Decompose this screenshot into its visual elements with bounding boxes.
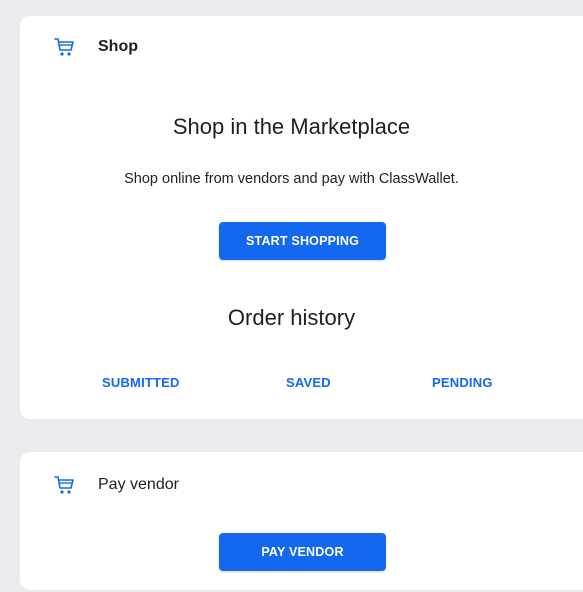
order-history-heading: Order history	[227, 305, 356, 330]
order-history-tabs: SUBMITTED SAVED PENDING	[20, 375, 563, 395]
pay-vendor-button[interactable]: PAY VENDOR	[219, 533, 386, 571]
cart-icon	[53, 36, 75, 58]
tab-submitted[interactable]: SUBMITTED	[102, 375, 180, 390]
shop-card-title: Shop	[98, 38, 138, 55]
start-shopping-button[interactable]: START SHOPPING	[219, 222, 386, 260]
tab-pending[interactable]: PENDING	[432, 375, 493, 390]
pay-vendor-card: Pay vendor PAY VENDOR	[20, 452, 583, 590]
shop-card: Shop Shop in the Marketplace Shop online…	[20, 16, 583, 419]
tab-saved[interactable]: SAVED	[286, 375, 331, 390]
marketplace-heading: Shop in the Marketplace	[172, 114, 411, 139]
marketplace-description: Shop online from vendors and pay with Cl…	[124, 171, 459, 187]
pay-vendor-card-header: Pay vendor	[53, 474, 179, 496]
cart-icon	[53, 474, 75, 496]
pay-vendor-card-title: Pay vendor	[98, 476, 179, 493]
shop-card-header: Shop	[53, 36, 138, 58]
